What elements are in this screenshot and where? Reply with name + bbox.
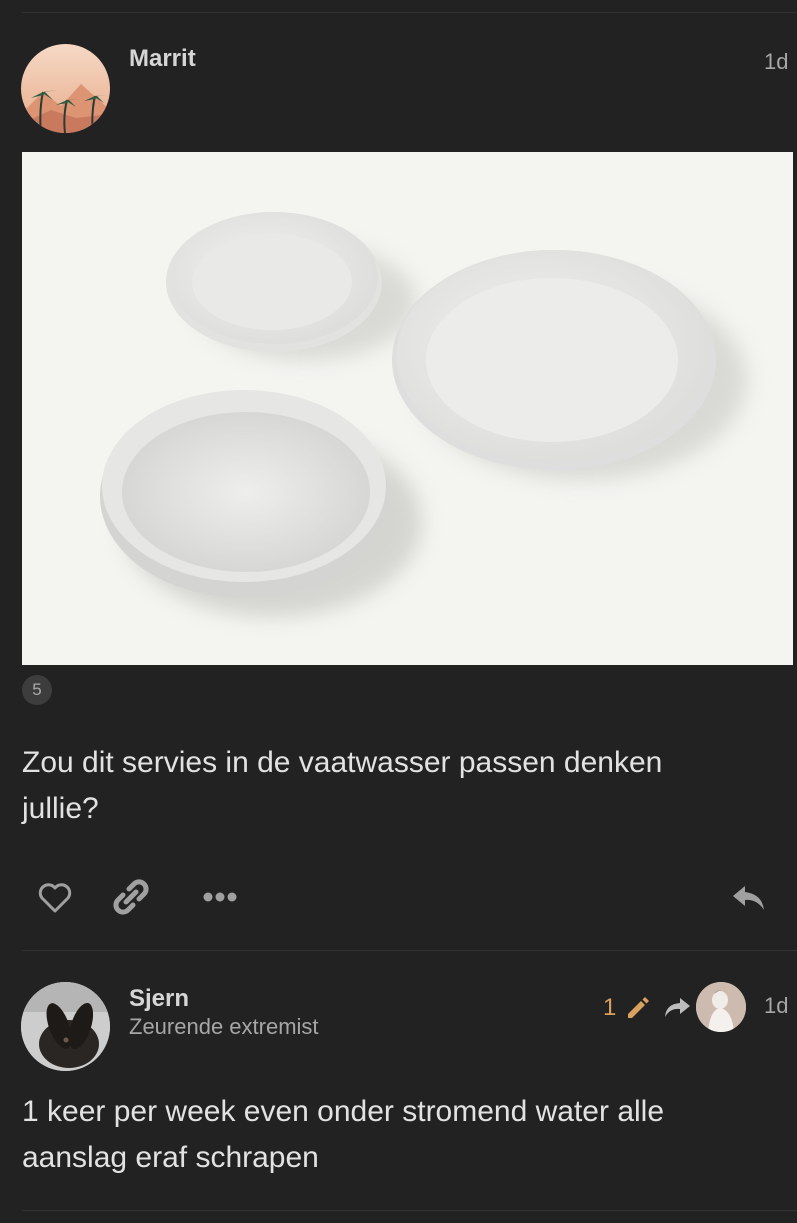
- post-author-name[interactable]: Marrit: [129, 45, 196, 73]
- reply-to-indicator[interactable]: [660, 990, 694, 1024]
- edit-history-button[interactable]: [620, 990, 654, 1024]
- avatar[interactable]: [21, 982, 110, 1071]
- reply-author-name[interactable]: Sjern: [129, 985, 189, 1013]
- user-title: Zeurende extremist: [129, 1014, 319, 1039]
- reply-to-avatar[interactable]: [696, 982, 746, 1032]
- avatar[interactable]: [21, 44, 110, 133]
- reply-icon: [733, 886, 764, 910]
- reply-date[interactable]: 1d: [764, 993, 788, 1019]
- heart-icon: [38, 883, 72, 913]
- post-text: Zou dit servies in de vaatwasser passen …: [22, 746, 663, 825]
- reply-to-user-avatar-icon: [696, 982, 746, 1032]
- post-divider: [22, 950, 797, 951]
- share-arrow-icon: [665, 998, 690, 1017]
- rabbit-avatar-icon: [21, 982, 110, 1071]
- post-image[interactable]: [22, 152, 793, 665]
- palm-trees-avatar-icon: [21, 44, 110, 133]
- bottom-divider: [22, 1210, 797, 1211]
- like-button[interactable]: [33, 876, 77, 920]
- white-plates-photo: [100, 212, 747, 617]
- ellipsis-icon: [203, 892, 237, 902]
- reply-text: 1 keer per week even onder stromend wate…: [22, 1095, 665, 1174]
- edit-count[interactable]: 1: [603, 994, 616, 1022]
- post-date[interactable]: 1d: [764, 49, 788, 75]
- copy-link-button[interactable]: [108, 874, 154, 920]
- image-count-badge[interactable]: 5: [22, 675, 52, 705]
- more-actions-button[interactable]: [197, 880, 243, 914]
- reply-button[interactable]: [727, 876, 771, 920]
- pencil-icon: [628, 997, 649, 1018]
- link-icon: [113, 879, 149, 915]
- top-divider: [22, 12, 797, 13]
